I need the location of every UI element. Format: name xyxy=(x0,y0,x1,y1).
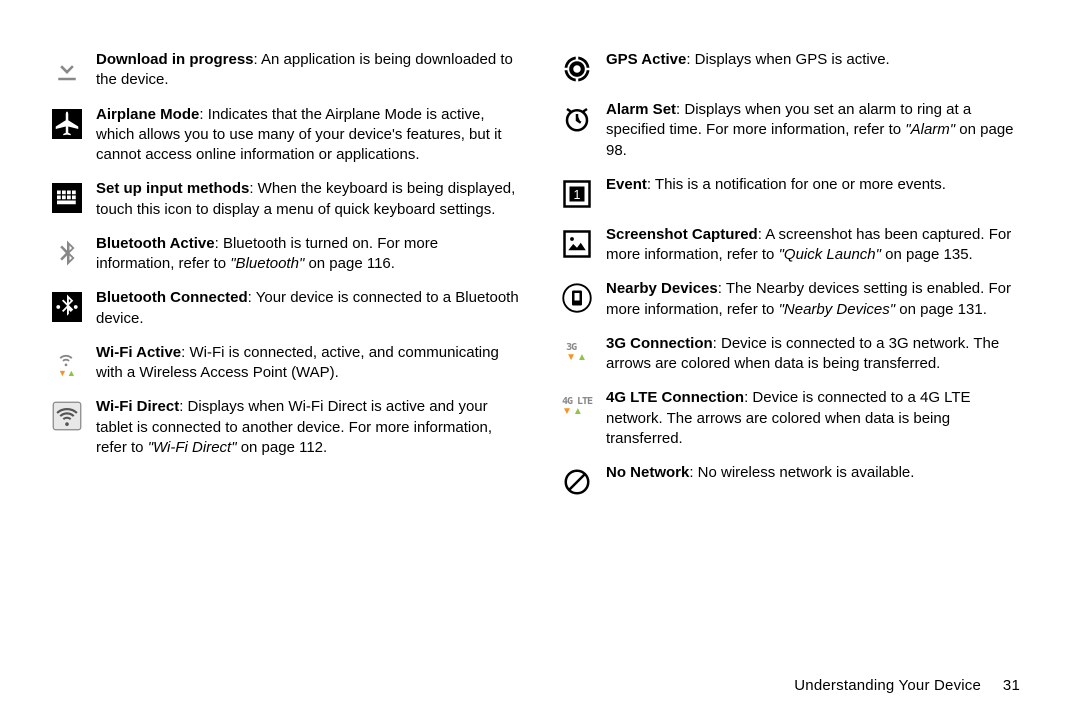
entry-description: Bluetooth Active: Bluetooth is turned on… xyxy=(96,234,520,275)
screenshot-icon xyxy=(560,227,594,261)
entry-description: GPS Active: Displays when GPS is active. xyxy=(606,50,1030,70)
entry-title: Set up input methods xyxy=(96,180,249,197)
footer-page-number: 31 xyxy=(1003,677,1020,694)
entry-description: 4G LTE Connection: Device is connected t… xyxy=(606,388,1030,449)
entry-description: Set up input methods: When the keyboard … xyxy=(96,179,520,220)
entry-title: Alarm Set xyxy=(606,101,676,118)
wifi-active-icon: ▼▲ xyxy=(50,345,84,379)
icon-entry: Bluetooth Connected: Your device is conn… xyxy=(50,288,520,329)
entry-description: Download in progress: An application is … xyxy=(96,50,520,91)
right-column: GPS Active: Displays when GPS is active.… xyxy=(560,50,1030,513)
bluetooth-icon xyxy=(50,236,84,270)
icon-entry: Nearby Devices: The Nearby devices setti… xyxy=(560,279,1030,320)
icon-entry: Set up input methods: When the keyboard … xyxy=(50,179,520,220)
icon-entry: Download in progress: An application is … xyxy=(50,50,520,91)
icon-entry: GPS Active: Displays when GPS is active. xyxy=(560,50,1030,86)
page-content: Download in progress: An application is … xyxy=(0,0,1080,513)
entry-reference: "Nearby Devices" xyxy=(779,301,896,318)
entry-reference: "Wi-Fi Direct" xyxy=(148,439,237,456)
entry-title: Bluetooth Connected xyxy=(96,289,248,306)
icon-entry: Screenshot Captured: A screenshot has be… xyxy=(560,225,1030,266)
entry-title: GPS Active xyxy=(606,51,686,68)
entry-title: 4G LTE Connection xyxy=(606,389,744,406)
icon-entry: Airplane Mode: Indicates that the Airpla… xyxy=(50,105,520,166)
entry-description: Wi-Fi Direct: Displays when Wi-Fi Direct… xyxy=(96,397,520,458)
entry-description: Screenshot Captured: A screenshot has be… xyxy=(606,225,1030,266)
entry-title: Wi-Fi Active xyxy=(96,344,181,361)
icon-entry: Bluetooth Active: Bluetooth is turned on… xyxy=(50,234,520,275)
entry-reference: "Alarm" xyxy=(905,121,955,138)
fourg-icon: 4G LTE▼▲ xyxy=(560,390,594,424)
icon-entry: Wi-Fi Direct: Displays when Wi-Fi Direct… xyxy=(50,397,520,458)
left-column: Download in progress: An application is … xyxy=(50,50,520,513)
alarm-icon xyxy=(560,102,594,136)
entry-title: No Network xyxy=(606,464,689,481)
page-footer: Understanding Your Device 31 xyxy=(794,676,1020,696)
entry-description: 3G Connection: Device is connected to a … xyxy=(606,334,1030,375)
entry-description: Nearby Devices: The Nearby devices setti… xyxy=(606,279,1030,320)
entry-text: : No wireless network is available. xyxy=(689,464,914,481)
keyboard-icon xyxy=(50,181,84,215)
icon-entry: 3G▼▲ 3G Connection: Device is connected t… xyxy=(560,334,1030,375)
entry-text: : Displays when GPS is active. xyxy=(686,51,889,68)
icon-entry: Alarm Set: Displays when you set an alar… xyxy=(560,100,1030,161)
entry-description: Airplane Mode: Indicates that the Airpla… xyxy=(96,105,520,166)
icon-entry: ▼▲ Wi-Fi Active: Wi-Fi is connected, acti… xyxy=(50,343,520,384)
threeg-icon: 3G▼▲ xyxy=(560,336,594,370)
entry-title: 3G Connection xyxy=(606,335,713,352)
entry-title: Download in progress xyxy=(96,51,254,68)
entry-title: Airplane Mode xyxy=(96,106,199,123)
icon-entry: 4G LTE▼▲ 4G LTE Connection: Device is con… xyxy=(560,388,1030,449)
entry-title: Nearby Devices xyxy=(606,280,718,297)
entry-description: Wi-Fi Active: Wi-Fi is connected, active… xyxy=(96,343,520,384)
gps-icon xyxy=(560,52,594,86)
entry-tail: on page 116. xyxy=(304,255,395,272)
icon-entry: Event: This is a notification for one or… xyxy=(560,175,1030,211)
download-icon xyxy=(50,52,84,86)
entry-title: Event xyxy=(606,176,647,193)
entry-title: Screenshot Captured xyxy=(606,226,758,243)
event-icon xyxy=(560,177,594,211)
airplane-icon xyxy=(50,107,84,141)
entry-tail: on page 112. xyxy=(237,439,328,456)
entry-title: Wi-Fi Direct xyxy=(96,398,179,415)
entry-description: Bluetooth Connected: Your device is conn… xyxy=(96,288,520,329)
entry-tail: on page 131. xyxy=(895,301,987,318)
entry-description: Alarm Set: Displays when you set an alar… xyxy=(606,100,1030,161)
footer-section: Understanding Your Device xyxy=(794,677,981,694)
entry-description: Event: This is a notification for one or… xyxy=(606,175,1030,195)
entry-text: : This is a notification for one or more… xyxy=(647,176,946,193)
nearby-icon xyxy=(560,281,594,315)
entry-title: Bluetooth Active xyxy=(96,235,215,252)
wifi-direct-icon xyxy=(50,399,84,433)
icon-entry: No Network: No wireless network is avail… xyxy=(560,463,1030,499)
entry-reference: "Bluetooth" xyxy=(230,255,304,272)
bluetooth-connected-icon xyxy=(50,290,84,324)
entry-reference: "Quick Launch" xyxy=(779,246,881,263)
nonetwork-icon xyxy=(560,465,594,499)
entry-tail: on page 135. xyxy=(881,246,973,263)
entry-description: No Network: No wireless network is avail… xyxy=(606,463,1030,483)
